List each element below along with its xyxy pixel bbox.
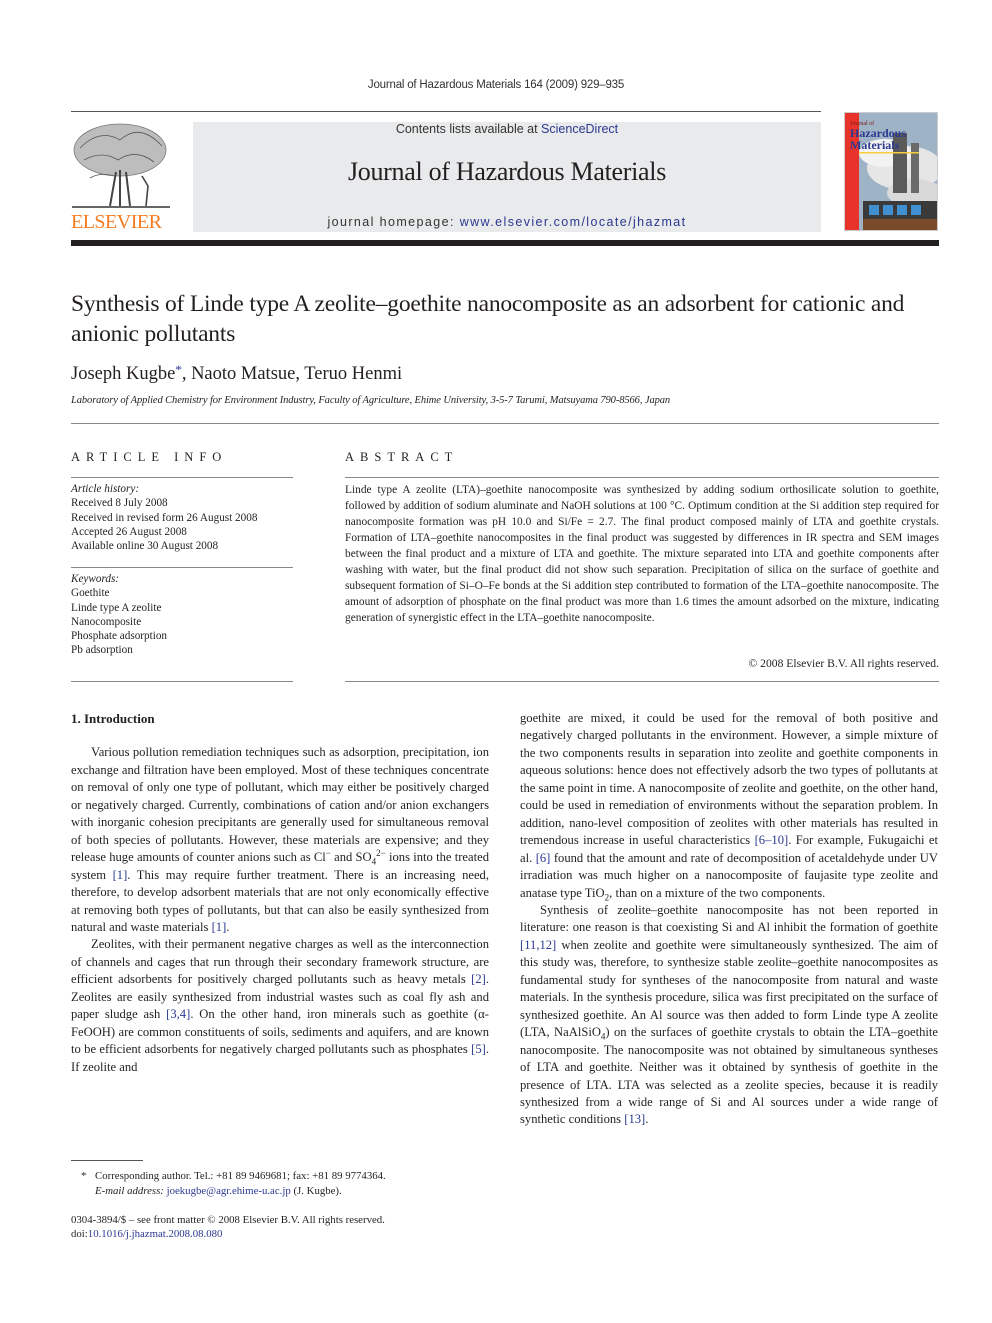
history-received: Received 8 July 2008 [71, 497, 168, 510]
citation-link[interactable]: [1] [212, 920, 227, 934]
author-email-link[interactable]: joekugbe@agr.ehime-u.ac.jp [167, 1185, 291, 1197]
author-name: Teruo Henmi [304, 364, 403, 384]
article-info-heading: ARTICLE INFO [71, 450, 228, 464]
email-label: E-mail address: [95, 1184, 164, 1197]
author-separator: , [181, 364, 192, 384]
homepage-line: journal homepage: www.elsevier.com/locat… [193, 215, 821, 229]
tree-icon [72, 123, 170, 208]
citation-link[interactable]: [6] [536, 851, 551, 865]
contents-prefix: Contents lists available at [395, 122, 542, 136]
keywords: Keywords: Goethite Linde type A zeolite … [71, 572, 296, 658]
citation-link[interactable]: [5] [471, 1042, 486, 1056]
header-thick-divider [71, 240, 939, 246]
keyword: Nanocomposite [71, 615, 142, 628]
section-heading-introduction: 1. Introduction [71, 711, 155, 726]
body-column-right: goethite are mixed, it could be used for… [520, 710, 938, 1129]
body-paragraph: Zeolites, with their permanent negative … [71, 937, 489, 1074]
body-column-left: 1. Introduction Various pollution remedi… [71, 710, 489, 1076]
body-paragraph: Various pollution remediation techniques… [71, 745, 489, 934]
body-paragraph: goethite are mixed, it could be used for… [520, 711, 938, 903]
citation-link[interactable]: [6–10] [755, 833, 789, 847]
doi-link[interactable]: 10.1016/j.jhazmat.2008.08.080 [88, 1228, 223, 1240]
article-title: Synthesis of Linde type A zeolite–goethi… [71, 291, 905, 347]
abstract-bottom-divider [345, 681, 939, 682]
sciencedirect-link[interactable]: ScienceDirect [541, 122, 618, 136]
cover-image-icon: Journal of Hazardous Materials [845, 113, 937, 230]
article-history-label: Article history: [71, 483, 140, 495]
article-history: Article history: Received 8 July 2008 Re… [71, 482, 296, 553]
top-divider [71, 111, 821, 112]
author-list: Joseph Kugbe*, Naoto Matsue, Teruo Henmi [71, 362, 402, 385]
elsevier-wordmark: ELSEVIER [71, 211, 162, 233]
author-separator: , [295, 364, 305, 384]
author-name: Naoto Matsue [191, 364, 296, 384]
citation-link[interactable]: [2] [471, 972, 486, 986]
abstract-divider [345, 477, 939, 478]
affiliation: Laboratory of Applied Chemistry for Envi… [71, 395, 671, 406]
author-name: Joseph Kugbe [71, 364, 176, 384]
journal-cover-thumbnail[interactable]: Journal of Hazardous Materials [844, 112, 938, 231]
doi-prefix: doi: [71, 1228, 88, 1240]
keywords-divider [71, 567, 293, 568]
citation-link[interactable]: [11,12] [520, 938, 556, 952]
abstract-copyright: © 2008 Elsevier B.V. All rights reserved… [748, 657, 939, 670]
footnote-mark: * [81, 1170, 87, 1182]
history-accepted: Accepted 26 August 2008 [71, 525, 187, 538]
running-head: Journal of Hazardous Materials 164 (2009… [367, 79, 625, 91]
article-info-bottom-divider [71, 681, 293, 682]
contents-line: Contents lists available at ScienceDirec… [193, 122, 821, 136]
doi-line: doi:10.1016/j.jhazmat.2008.08.080 [71, 1227, 222, 1242]
issn-line: 0304-3894/$ – see front matter © 2008 El… [71, 1214, 385, 1226]
footnote-contact: Corresponding author. Tel.: +81 89 94696… [95, 1170, 386, 1182]
cover-title-line3: Materials [850, 138, 900, 152]
article-info-divider [71, 477, 293, 478]
citation-link[interactable]: [3,4] [166, 1007, 190, 1021]
journal-homepage-link[interactable]: www.elsevier.com/locate/jhazmat [460, 215, 687, 229]
corresponding-author-footnote: * Corresponding author. Tel.: +81 89 9469… [81, 1169, 501, 1198]
journal-title: Journal of Hazardous Materials [347, 157, 667, 186]
keyword: Pb adsorption [71, 644, 133, 657]
keyword: Linde type A zeolite [71, 601, 162, 614]
history-revised: Received in revised form 26 August 2008 [71, 511, 258, 524]
abstract-heading: ABSTRACT [345, 450, 459, 464]
keywords-label: Keywords: [71, 573, 120, 585]
affiliation-divider [71, 423, 939, 424]
citation-link[interactable]: [13] [624, 1112, 645, 1126]
email-suffix: (J. Kugbe). [290, 1184, 342, 1197]
keyword: Phosphate adsorption [71, 630, 168, 643]
citation-link[interactable]: [1] [113, 868, 128, 882]
history-online: Available online 30 August 2008 [71, 540, 219, 553]
footnote-divider [71, 1160, 143, 1161]
abstract-text: Linde type A zeolite (LTA)–goethite nano… [345, 484, 939, 624]
homepage-prefix: journal homepage: [327, 215, 460, 229]
body-paragraph: Synthesis of zeolite–goethite nanocompos… [520, 902, 939, 1127]
keyword: Goethite [71, 587, 110, 600]
